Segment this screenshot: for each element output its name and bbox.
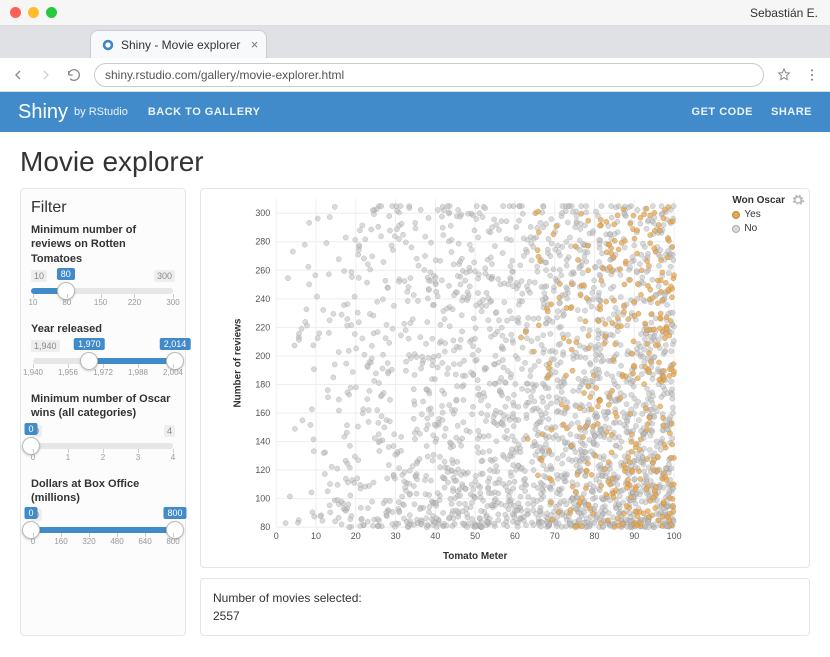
svg-text:90: 90 xyxy=(629,531,639,541)
back-icon[interactable] xyxy=(10,67,26,83)
mac-titlebar: Sebastián E. xyxy=(0,0,830,26)
zoom-window-icon[interactable] xyxy=(46,7,57,18)
svg-text:Tomato Meter: Tomato Meter xyxy=(443,551,508,562)
filter-panel: Filter Minimum number of reviews on Rott… xyxy=(20,188,186,636)
bookmark-star-icon[interactable] xyxy=(776,67,792,83)
reviews-slider[interactable]: 10300801080150220300 xyxy=(31,270,175,316)
svg-text:80: 80 xyxy=(260,522,270,532)
forward-icon[interactable] xyxy=(38,67,54,83)
oscars-slider-label: Minimum number of Oscar wins (all catego… xyxy=(31,392,175,421)
selection-count-box: Number of movies selected: 2557 xyxy=(200,578,810,636)
svg-text:200: 200 xyxy=(255,351,270,361)
svg-text:70: 70 xyxy=(550,531,560,541)
filter-heading: Filter xyxy=(31,199,175,217)
boxoffice-slider-label: Dollars at Box Office (millions) xyxy=(31,477,175,506)
close-tab-icon[interactable]: × xyxy=(251,37,259,52)
site-header: Shiny by RStudio BACK TO GALLERY GET COD… xyxy=(0,92,830,132)
svg-text:180: 180 xyxy=(255,379,270,389)
svg-text:10: 10 xyxy=(311,531,321,541)
page-title: Movie explorer xyxy=(20,146,810,178)
plot-svg: 0 10 20 30 40 50 60 70 80 90 100 80 100 120 140 160 180 2… xyxy=(201,189,809,567)
svg-text:0: 0 xyxy=(274,531,279,541)
page-body: Movie explorer Filter Minimum number of … xyxy=(0,132,830,650)
svg-text:50: 50 xyxy=(470,531,480,541)
svg-text:30: 30 xyxy=(391,531,401,541)
svg-text:100: 100 xyxy=(667,531,682,541)
svg-text:80: 80 xyxy=(590,531,600,541)
svg-text:160: 160 xyxy=(255,408,270,418)
reviews-slider-label: Minimum number of reviews on Rotten Toma… xyxy=(31,223,175,266)
brand-byline: by RStudio xyxy=(74,106,128,118)
minimize-window-icon[interactable] xyxy=(28,7,39,18)
svg-text:40: 40 xyxy=(430,531,440,541)
menu-dots-icon[interactable] xyxy=(804,67,820,83)
svg-text:120: 120 xyxy=(255,465,270,475)
boxoffice-slider[interactable]: 008000160320480640800 xyxy=(31,509,175,555)
shiny-favicon-icon xyxy=(101,38,115,52)
svg-text:100: 100 xyxy=(255,494,270,504)
selection-count-label: Number of movies selected: xyxy=(213,589,797,607)
brand-logo[interactable]: Shiny xyxy=(18,101,68,124)
back-to-gallery-link[interactable]: BACK TO GALLERY xyxy=(148,106,261,118)
gear-icon[interactable] xyxy=(791,193,805,210)
mac-user-label: Sebastián E. xyxy=(750,6,818,20)
selection-count-value: 2557 xyxy=(213,607,797,625)
address-bar[interactable]: shiny.rstudio.com/gallery/movie-explorer… xyxy=(94,63,764,87)
close-window-icon[interactable] xyxy=(10,7,21,18)
legend-title: Won Oscar xyxy=(732,195,785,206)
get-code-link[interactable]: GET CODE xyxy=(692,106,753,118)
plot-legend: Won Oscar Yes No xyxy=(732,195,785,236)
reload-icon[interactable] xyxy=(66,67,82,83)
url-text: shiny.rstudio.com/gallery/movie-explorer… xyxy=(105,68,344,82)
legend-label-yes: Yes xyxy=(744,208,760,222)
browser-toolbar: shiny.rstudio.com/gallery/movie-explorer… xyxy=(0,58,830,92)
svg-text:140: 140 xyxy=(255,437,270,447)
browser-tabbar: Shiny - Movie explorer × xyxy=(0,26,830,58)
browser-tab[interactable]: Shiny - Movie explorer × xyxy=(90,30,267,58)
svg-text:220: 220 xyxy=(255,322,270,332)
oscars-slider[interactable]: 04001234 xyxy=(31,425,175,471)
legend-swatch-no xyxy=(732,225,740,233)
year-slider[interactable]: 1,9401,9702,0141,9401,9561,9721,9882,004 xyxy=(31,340,175,386)
legend-swatch-yes xyxy=(732,211,740,219)
svg-text:60: 60 xyxy=(510,531,520,541)
svg-text:Number of reviews: Number of reviews xyxy=(232,318,243,407)
svg-text:260: 260 xyxy=(255,265,270,275)
svg-text:20: 20 xyxy=(351,531,361,541)
svg-text:280: 280 xyxy=(255,237,270,247)
svg-text:240: 240 xyxy=(255,294,270,304)
legend-label-no: No xyxy=(744,222,757,236)
scatter-plot[interactable]: Won Oscar Yes No 0 10 20 30 40 50 60 70 80 90 100 8… xyxy=(200,188,810,568)
year-slider-label: Year released xyxy=(31,322,175,336)
share-link[interactable]: SHARE xyxy=(771,106,812,118)
svg-text:300: 300 xyxy=(255,208,270,218)
tab-title: Shiny - Movie explorer xyxy=(121,38,240,52)
